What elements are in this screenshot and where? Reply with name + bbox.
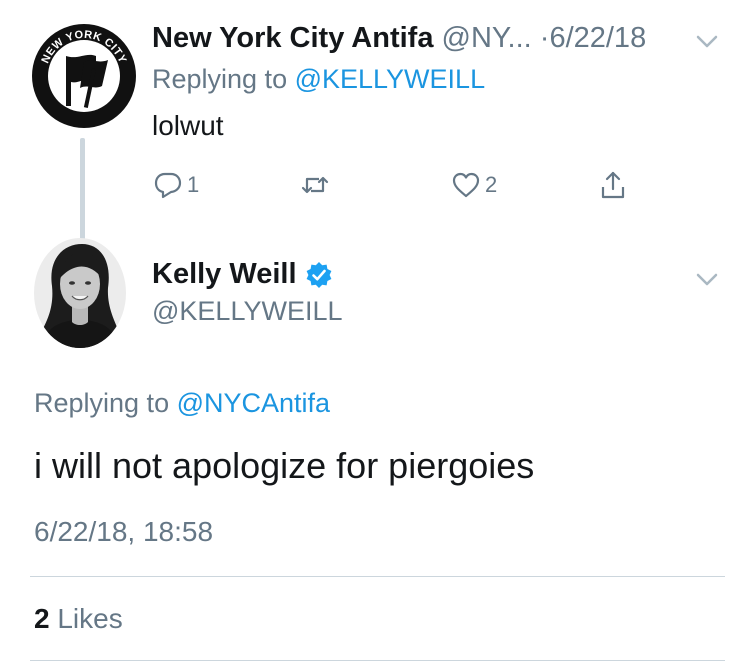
antifa-avatar[interactable]: NEW YORK CITY ANTIFA [30,22,138,130]
main-tweet-timestamp[interactable]: 6/22/18, 18:58 [34,516,213,548]
main-tweet-menu-chevron[interactable] [694,266,720,292]
divider [30,660,725,661]
main-author-name[interactable]: Kelly Weill [152,258,297,291]
main-replying-to: Replying to @NYCAntifa [34,388,330,419]
share-icon [601,171,625,199]
retweet-icon [301,176,329,194]
parent-author-name[interactable]: New York City Antifa [152,22,433,54]
retweet-button[interactable] [300,168,334,202]
profile-photo [34,238,126,348]
reply-count: 1 [187,172,200,197]
parent-replying-prefix: Replying to [152,64,295,94]
like-button[interactable]: 2 [451,168,497,202]
thread-connector-line [80,138,85,248]
parent-replying-link[interactable]: @KELLYWEILL [295,64,486,94]
likes-stat[interactable]: 2 Likes [34,603,123,635]
likes-label: Likes [57,603,123,634]
kelly-weill-avatar[interactable] [34,238,126,348]
chevron-down-icon [696,35,718,48]
verified-badge-icon [306,261,331,288]
main-author-handle[interactable]: @KELLYWEILL [152,296,343,327]
likes-count: 2 [34,603,50,634]
parent-tweet-date[interactable]: 6/22/18 [549,22,646,54]
main-replying-link[interactable]: @NYCAntifa [177,388,330,418]
chevron-down-icon [696,273,718,286]
main-tweet-text: i will not apologize for piergoies [34,445,535,486]
main-author-name-row: Kelly Weill [152,258,333,291]
parent-tweet-menu-chevron[interactable] [694,28,720,54]
parent-replying-to: Replying to @KELLYWEILL [152,64,485,95]
parent-author-handle[interactable]: @NY... [442,22,532,54]
heart-icon [452,172,480,198]
parent-tweet-header: New York City Antifa @NY... ·6/22/18 [152,22,646,55]
main-replying-prefix: Replying to [34,388,177,418]
parent-date-separator: · [539,22,550,54]
reply-button[interactable]: 1 [153,168,199,202]
parent-tweet-text: lolwut [152,110,224,141]
antifa-logo-icon: NEW YORK CITY ANTIFA [32,24,136,128]
like-count: 2 [485,172,498,197]
share-button[interactable] [598,168,628,202]
divider [30,576,725,577]
reply-icon [154,172,182,199]
